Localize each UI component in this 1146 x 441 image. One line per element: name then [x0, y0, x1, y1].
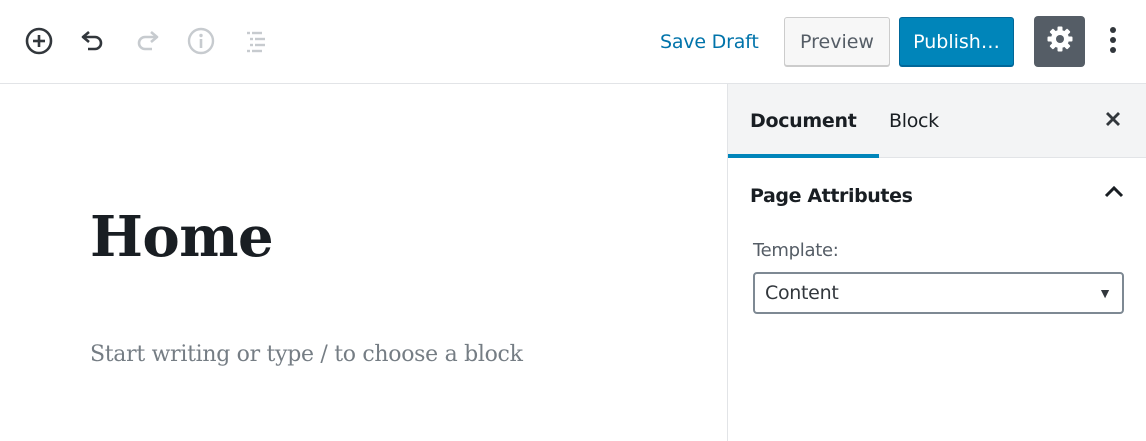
post-title[interactable]: Home: [90, 204, 274, 270]
save-draft-button[interactable]: Save Draft: [648, 24, 771, 60]
settings-sidebar: Document Block Page Attributes Template:…: [727, 84, 1146, 441]
template-label: Template:: [753, 240, 839, 261]
chevron-up-icon: [1104, 185, 1124, 204]
template-select[interactable]: Content ▼: [753, 272, 1124, 314]
close-icon: [1104, 110, 1122, 133]
add-block-icon[interactable]: [20, 22, 58, 60]
publish-button[interactable]: Publish…: [899, 17, 1014, 66]
dropdown-arrow-icon: ▼: [1098, 285, 1112, 301]
outline-icon[interactable]: [236, 22, 274, 60]
page-attributes-panel-header[interactable]: Page Attributes: [728, 158, 1146, 234]
preview-button[interactable]: Preview: [784, 17, 890, 66]
sidebar-tabs: Document Block: [728, 84, 1146, 158]
tab-block[interactable]: Block: [867, 84, 961, 158]
editor-canvas: Home Start writing or type / to choose a…: [0, 84, 727, 441]
panel-title: Page Attributes: [750, 185, 913, 207]
editor-toolbar: Save Draft Preview Publish…: [0, 0, 1146, 84]
gear-icon: [1046, 25, 1074, 58]
close-sidebar-button[interactable]: [1100, 108, 1126, 134]
info-icon[interactable]: [182, 22, 220, 60]
redo-icon[interactable]: [128, 22, 166, 60]
settings-button[interactable]: [1034, 16, 1085, 67]
more-vertical-icon: [1109, 25, 1117, 60]
block-placeholder[interactable]: Start writing or type / to choose a bloc…: [90, 342, 523, 367]
tab-document[interactable]: Document: [728, 84, 879, 158]
template-select-value: Content: [765, 282, 839, 304]
undo-icon[interactable]: [74, 22, 112, 60]
more-tools-button[interactable]: [1098, 22, 1128, 62]
